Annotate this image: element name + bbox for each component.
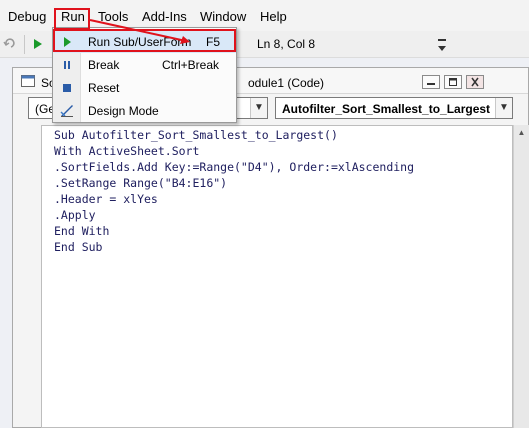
callout-arrow [89, 19, 190, 44]
